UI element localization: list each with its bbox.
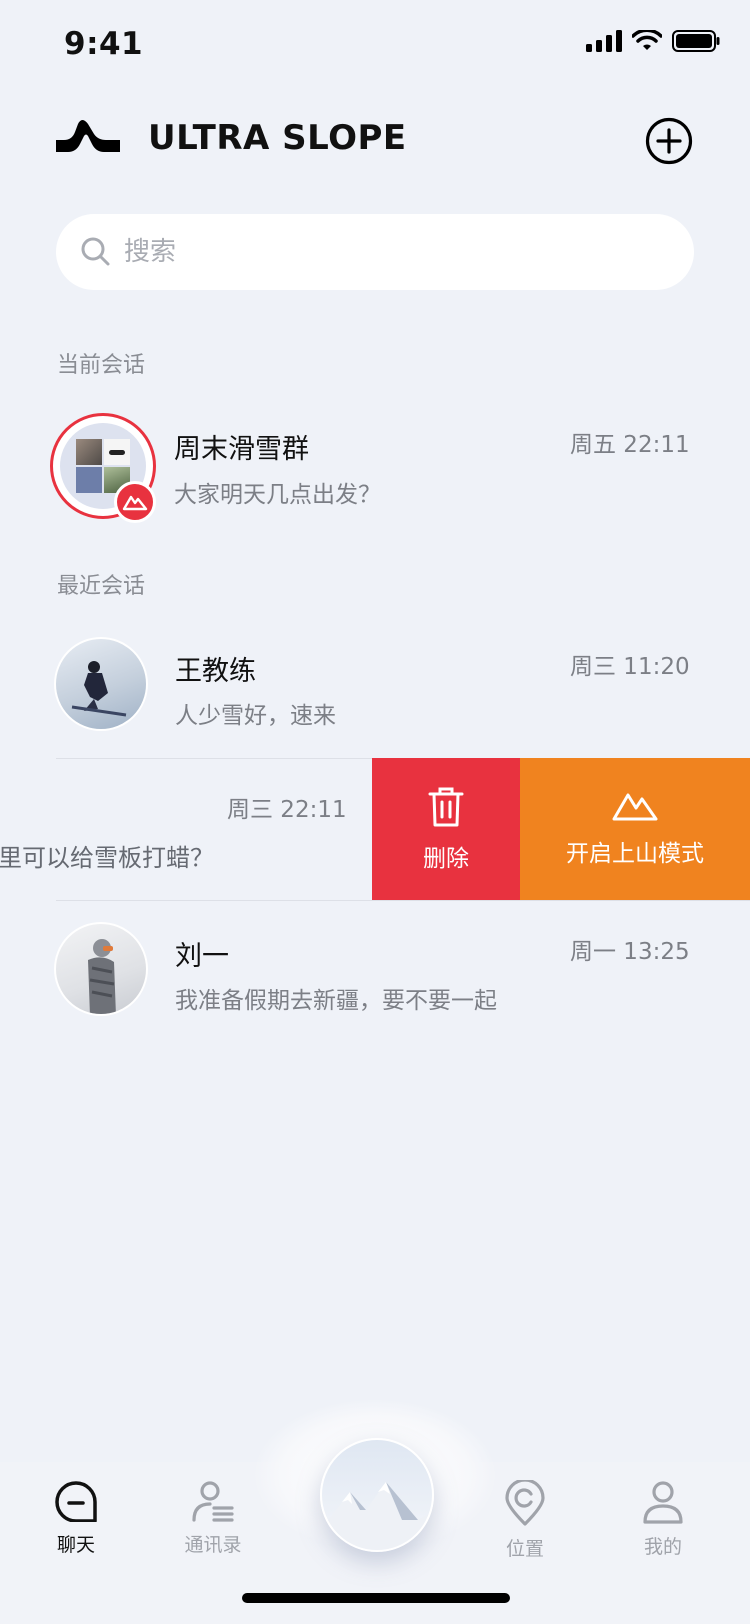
delete-label: 删除 [423,846,469,872]
mountain-mode-button[interactable]: 开启上山模式 [520,758,750,900]
chat-icon [55,1481,97,1522]
search-bar[interactable] [56,214,694,290]
trash-icon [428,787,464,827]
mountain-badge-icon [122,495,148,511]
group-avatar-tile-face [104,439,130,465]
delete-button[interactable]: 删除 [372,758,520,900]
chat-message: 我准备假期去新疆，要不要一起 [175,988,497,1014]
chat-name: 刘一 [175,941,229,972]
chat-row-liu[interactable]: 刘一 我准备假期去新疆，要不要一起 周一 13:25 [0,910,750,1040]
tab-label: 聊天 [56,1534,95,1556]
group-avatar-tile-cat [76,439,102,465]
search-input[interactable] [122,236,646,268]
chat-name: 周末滑雪群 [174,434,309,465]
app-title: ULTRA SLOPE [148,118,407,158]
chat-time: 周三 11:20 [570,654,690,680]
avatar-coach [54,637,148,731]
section-recent-label: 最近会话 [57,574,146,599]
chat-row-coach[interactable]: 王教练 人少雪好，速来 周三 11:20 [0,625,750,755]
tab-contacts[interactable]: 通讯录 [163,1480,263,1557]
mountain-icon [612,793,658,821]
chat-time: 周三 22:11 [227,797,347,823]
tab-label: 位置 [505,1538,544,1560]
contacts-icon [192,1481,234,1522]
tab-chat[interactable]: 聊天 [26,1480,126,1557]
tab-profile[interactable]: 我的 [613,1480,713,1559]
battery-icon [672,30,720,52]
chat-message: 里可以给雪板打蜡？ [0,844,214,872]
chat-message: 大家明天几点出发？ [174,482,381,508]
avatar-liu [54,922,148,1016]
tab-location[interactable]: 位置 [475,1480,575,1561]
mountain-badge [114,481,156,523]
chat-name: 王教练 [175,656,256,687]
profile-icon [643,1481,683,1524]
skier-figure-icon [71,661,127,717]
status-time: 9:41 [64,26,144,62]
wifi-icon [632,30,662,50]
chat-time: 周一 13:25 [570,939,690,965]
section-current-label: 当前会话 [57,353,146,378]
mountain-scene-icon [322,1482,432,1550]
chat-message: 人少雪好，速来 [175,703,336,729]
mountain-mode-center-button[interactable] [320,1438,434,1552]
tab-label: 通讯录 [184,1534,242,1556]
search-icon [81,237,110,266]
add-button[interactable] [645,117,693,165]
chat-time: 周五 22:11 [570,432,690,458]
status-icons [586,30,720,52]
mountain-mode-label: 开启上山模式 [566,841,704,867]
location-icon [505,1480,545,1526]
tab-label: 我的 [643,1536,682,1558]
home-indicator [242,1593,510,1603]
brand-logo-icon [56,120,120,152]
snowboarder-figure-icon [88,939,116,1014]
group-avatar-tile-blue [76,467,102,493]
divider [56,900,750,901]
chat-row-group[interactable]: 周末滑雪群 大家明天几点出发？ 周五 22:11 [0,405,750,535]
signal-icon [586,30,622,52]
